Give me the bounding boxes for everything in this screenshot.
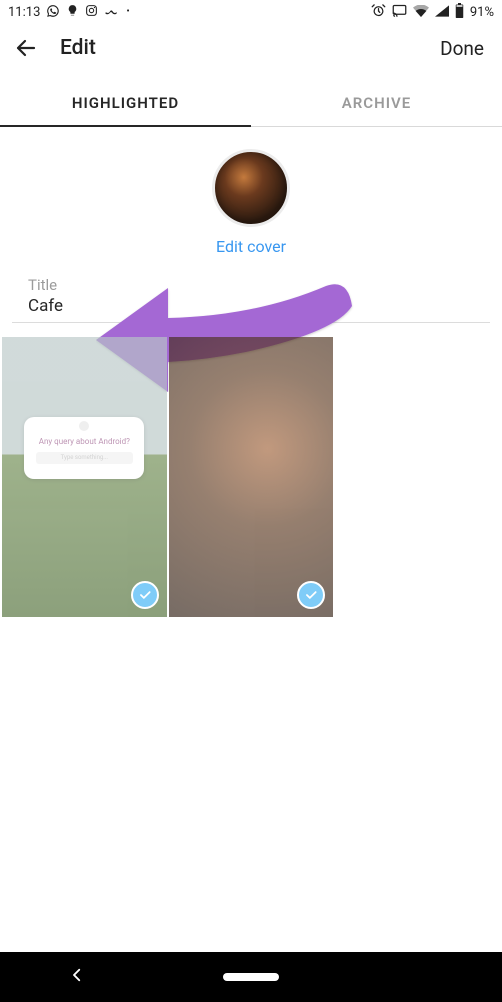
selected-check-icon[interactable] (131, 581, 159, 609)
dot-icon: • (126, 7, 129, 17)
story-thumbnail[interactable] (169, 337, 334, 617)
battery-percent: 91% (470, 6, 494, 19)
edit-cover-link[interactable]: Edit cover (216, 237, 286, 256)
story-grid: Any query about Android? Type something.… (0, 337, 502, 617)
cast-icon (392, 4, 407, 20)
story-question-sticker: Any query about Android? Type something.… (24, 417, 144, 479)
instagram-icon (85, 4, 98, 20)
question-text: Any query about Android? (39, 437, 130, 446)
highlight-cover-image[interactable] (212, 149, 290, 227)
question-input: Type something... (36, 452, 133, 464)
selected-check-icon[interactable] (297, 581, 325, 609)
status-time: 11:13 (8, 6, 40, 19)
alarm-icon (371, 3, 386, 21)
bulb-icon (66, 4, 79, 20)
tabs: HIGHLIGHTED ARCHIVE (0, 80, 502, 127)
title-label: Title (28, 276, 474, 294)
mustache-icon (104, 6, 120, 19)
nav-home-pill[interactable] (223, 973, 279, 981)
title-field-block[interactable]: Title Cafe (12, 262, 490, 323)
story-thumbnail[interactable]: Any query about Android? Type something.… (2, 337, 167, 617)
app-header: Edit Done (0, 24, 502, 70)
nav-back-icon[interactable] (68, 966, 86, 988)
android-nav-bar (0, 952, 502, 1002)
tab-highlighted[interactable]: HIGHLIGHTED (0, 80, 251, 127)
page-title: Edit (60, 36, 96, 60)
status-bar: 11:13 • 91% (0, 0, 502, 24)
battery-icon (455, 3, 464, 21)
title-input[interactable]: Cafe (28, 296, 474, 316)
done-button[interactable]: Done (440, 37, 484, 60)
tab-archive[interactable]: ARCHIVE (251, 80, 502, 127)
signal-icon (435, 5, 449, 20)
wifi-icon (413, 5, 429, 20)
back-arrow-icon[interactable] (14, 36, 38, 60)
story-empty-slot (335, 337, 500, 617)
whatsapp-icon (46, 4, 60, 21)
cover-section: Edit cover (0, 127, 502, 256)
